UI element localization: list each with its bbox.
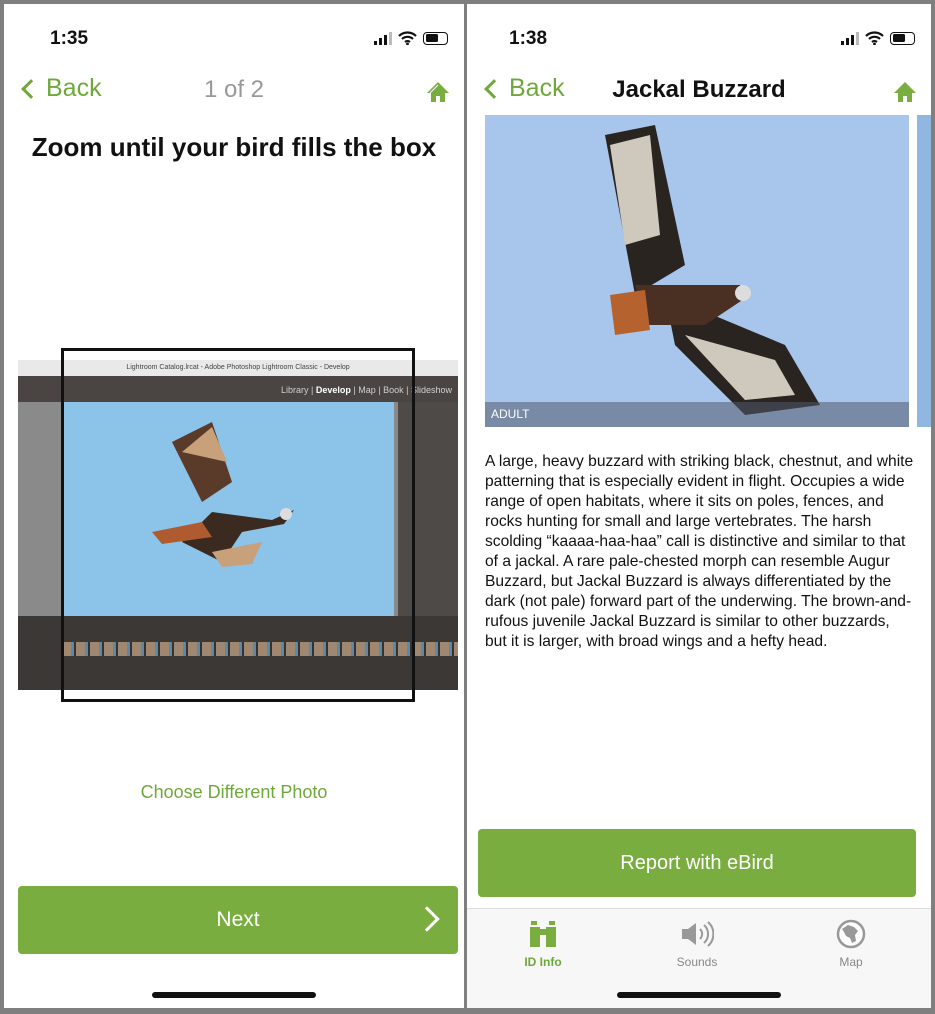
tab-label: Sounds <box>676 955 718 969</box>
wifi-icon <box>398 31 417 45</box>
speaker-icon <box>682 921 714 947</box>
tab-id-info[interactable]: ID Info <box>493 919 593 969</box>
report-with-ebird-button[interactable]: Report with eBird <box>478 829 916 897</box>
species-description: A large, heavy buzzard with striking bla… <box>485 453 914 650</box>
status-icons <box>374 31 448 45</box>
species-photo[interactable]: ADULT <box>485 115 909 427</box>
battery-icon <box>423 31 448 45</box>
species-screen: 1:38 Back Jackal Buzzard ADULT A large, … <box>467 4 931 1008</box>
signal-icon <box>841 31 859 45</box>
status-icons <box>841 31 915 45</box>
home-icon[interactable] <box>893 80 917 104</box>
chevron-right-icon <box>414 906 440 932</box>
next-photo-peek[interactable] <box>917 115 931 427</box>
globe-icon <box>836 919 866 949</box>
next-label: Next <box>216 908 260 931</box>
battery-icon <box>890 31 915 45</box>
signal-icon <box>374 31 392 45</box>
home-indicator <box>152 992 316 998</box>
photo-caption: ADULT <box>485 402 909 427</box>
tab-label: ID Info <box>524 955 562 969</box>
home-icon[interactable] <box>426 80 450 104</box>
page-counter: 1 of 2 <box>203 76 265 103</box>
status-time: 1:38 <box>509 28 548 49</box>
crop-box[interactable] <box>61 348 415 702</box>
species-title: Jackal Buzzard <box>612 76 786 103</box>
nav-bar: Back 1 of 2 <box>4 70 464 114</box>
nav-bar: Back Jackal Buzzard <box>467 70 931 114</box>
tab-label: Map <box>839 955 863 969</box>
choose-different-photo-link[interactable]: Choose Different Photo <box>4 782 464 803</box>
binoculars-icon <box>530 921 556 947</box>
status-time: 1:35 <box>50 28 89 49</box>
tab-sounds[interactable]: Sounds <box>647 919 747 969</box>
next-button[interactable]: Next <box>18 886 458 954</box>
bird-image <box>605 125 820 415</box>
left-screen-crop: 1:35 Back 1 of 2 Zoom until your bird fi… <box>4 4 464 1008</box>
module-label: Slideshow <box>410 385 452 395</box>
tab-map[interactable]: Map <box>801 919 901 969</box>
wifi-icon <box>865 31 884 45</box>
home-indicator <box>617 992 781 998</box>
instruction-heading: Zoom until your bird fills the box <box>31 132 437 162</box>
